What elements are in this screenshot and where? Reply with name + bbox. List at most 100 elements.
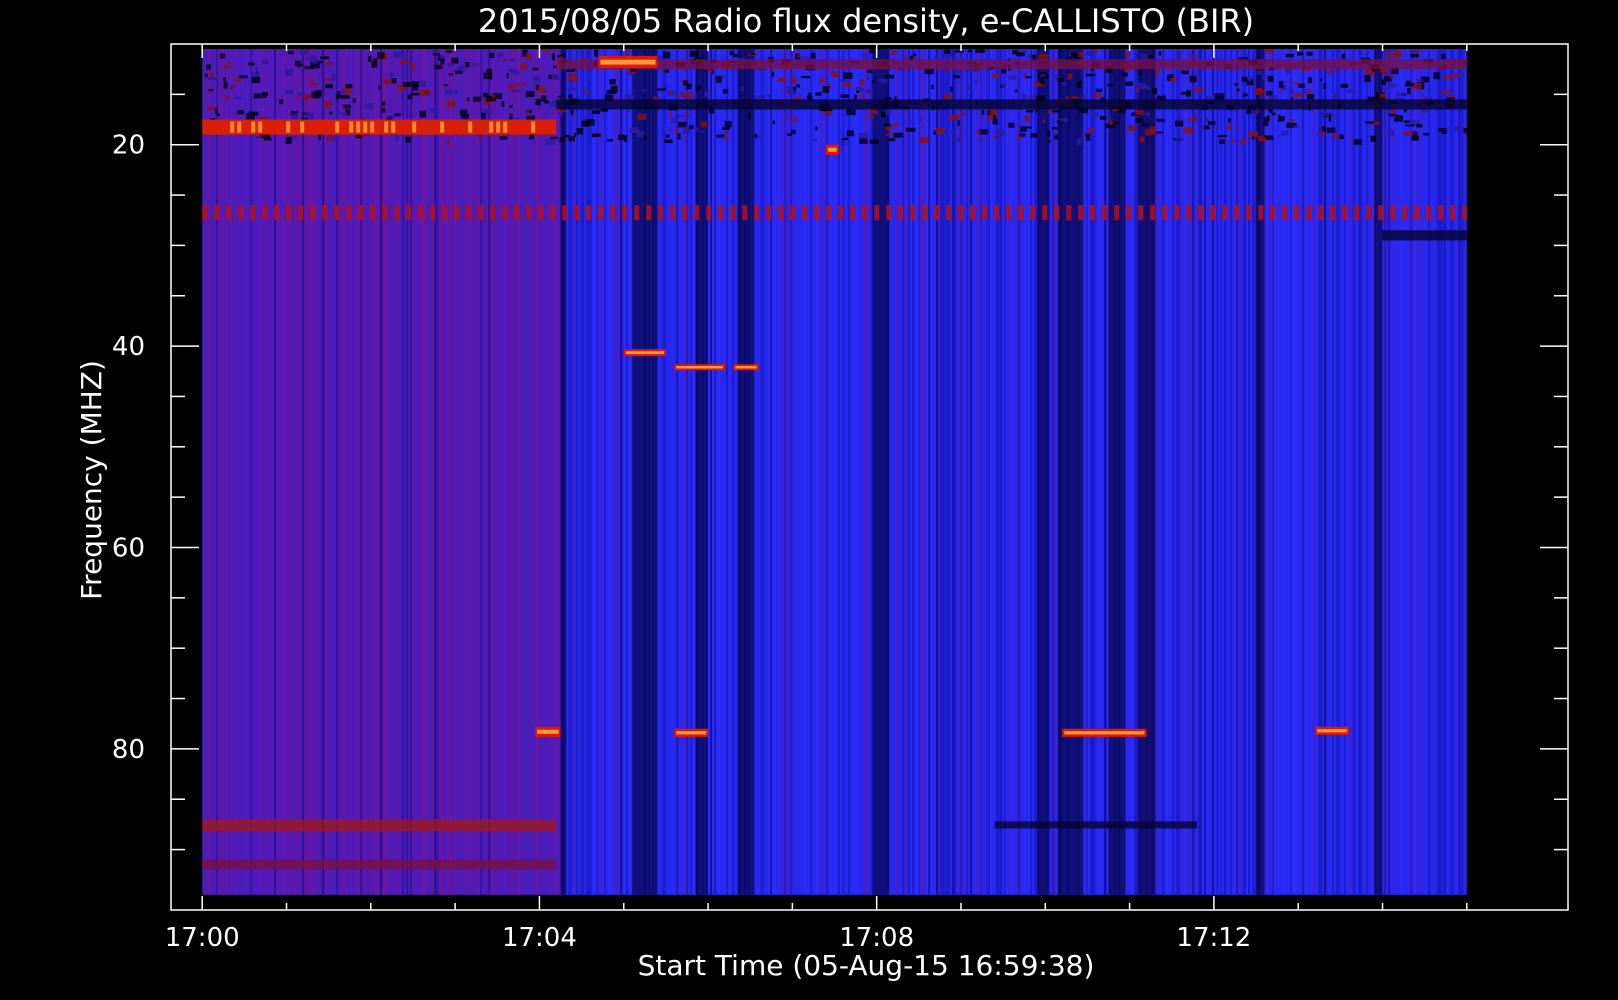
noise-stripe [336,49,339,895]
noise-speck [610,85,618,93]
y-tick-label: 20 [112,131,145,161]
red-band-segment [406,205,412,221]
noise-stripe [410,49,413,895]
noise-speck [248,97,253,102]
noise-speck [944,49,951,55]
noise-speck [1251,79,1254,86]
noise-speck [507,84,516,90]
noise-stripe [1052,49,1055,895]
noise-speck [233,97,243,100]
noise-speck [995,129,1004,137]
noise-speck [968,49,972,53]
noise-speck [1152,88,1158,95]
noise-speck [394,113,401,116]
noise-speck [846,109,856,116]
noise-stripe [422,49,425,895]
noise-stripe [1086,49,1089,895]
noise-stripe [678,49,681,895]
noise-stripe [810,49,813,895]
burst-core [537,729,559,734]
noise-speck [935,127,945,134]
noise-speck [859,88,864,93]
red-band-segment [538,205,544,221]
red-band-segment [418,205,424,221]
red-band-segment [646,205,652,221]
noise-speck [324,78,333,81]
red-band-segment [1450,205,1456,221]
noise-speck [509,113,513,120]
noise-speck [888,137,896,142]
red-band-segment [1438,205,1444,221]
noise-speck [253,93,262,99]
noise-speck [373,58,378,61]
noise-speck [1175,120,1184,127]
noise-stripe [954,49,957,895]
noise-speck [1014,89,1018,93]
noise-stripe [930,49,933,895]
noise-speck [800,55,810,59]
noise-stripe [958,49,961,895]
noise-stripe [404,49,407,895]
noise-speck [389,72,394,78]
noise-speck [866,69,873,73]
red-band-segment [790,205,796,221]
noise-speck [1085,133,1091,141]
noise-speck [1297,51,1304,56]
noise-speck [1060,118,1068,122]
noise-speck [919,137,929,144]
noise-speck [411,81,419,87]
noise-speck [323,101,333,108]
noise-speck [1388,53,1397,59]
red-band-highlight [258,121,263,133]
dark-column [737,49,755,895]
noise-speck [665,134,670,138]
red-band-segment [1354,205,1360,221]
noise-stripe [386,49,389,895]
noise-stripe [516,49,519,895]
noise-speck [227,62,231,68]
noise-speck [576,128,584,135]
noise-stripe [716,49,719,895]
noise-speck [1381,79,1386,85]
noise-stripe [536,49,539,895]
noise-stripe [926,49,929,895]
chart-title: 2015/08/05 Radio flux density, e-CALLIST… [478,2,1254,40]
noise-stripe [1010,49,1013,895]
red-band-segment [334,205,340,221]
noise-stripe [284,49,287,895]
noise-speck [1019,133,1026,137]
noise-speck [1145,128,1154,136]
noise-speck [960,112,967,116]
noise-speck [1454,126,1463,132]
noise-speck [893,132,904,138]
noise-speck [1410,53,1419,58]
noise-stripe [1458,49,1461,895]
noise-speck [1124,51,1130,58]
noise-speck [637,113,647,121]
noise-speck [231,84,237,89]
red-band-segment [526,205,532,221]
noise-speck [526,53,532,61]
noise-stripe [230,49,233,895]
noise-speck [570,79,573,85]
noise-speck [451,57,459,64]
dark-column [872,49,890,895]
noise-stripe [1054,49,1057,895]
noise-speck [704,91,710,98]
noise-speck [1175,137,1184,140]
noise-speck [1412,131,1418,137]
noise-speck [686,92,690,100]
noise-speck [625,49,629,55]
noise-stripe [732,49,735,895]
noise-speck [1047,109,1052,113]
noise-speck [1463,128,1467,134]
noise-speck [1195,113,1198,118]
red-band-segment [886,205,892,221]
noise-stripe [236,49,239,895]
noise-speck [1268,95,1278,100]
noise-stripe [596,49,599,895]
red-band-segment [910,205,916,221]
noise-speck [1444,75,1454,79]
noise-speck [306,94,312,99]
noise-speck [512,90,522,93]
